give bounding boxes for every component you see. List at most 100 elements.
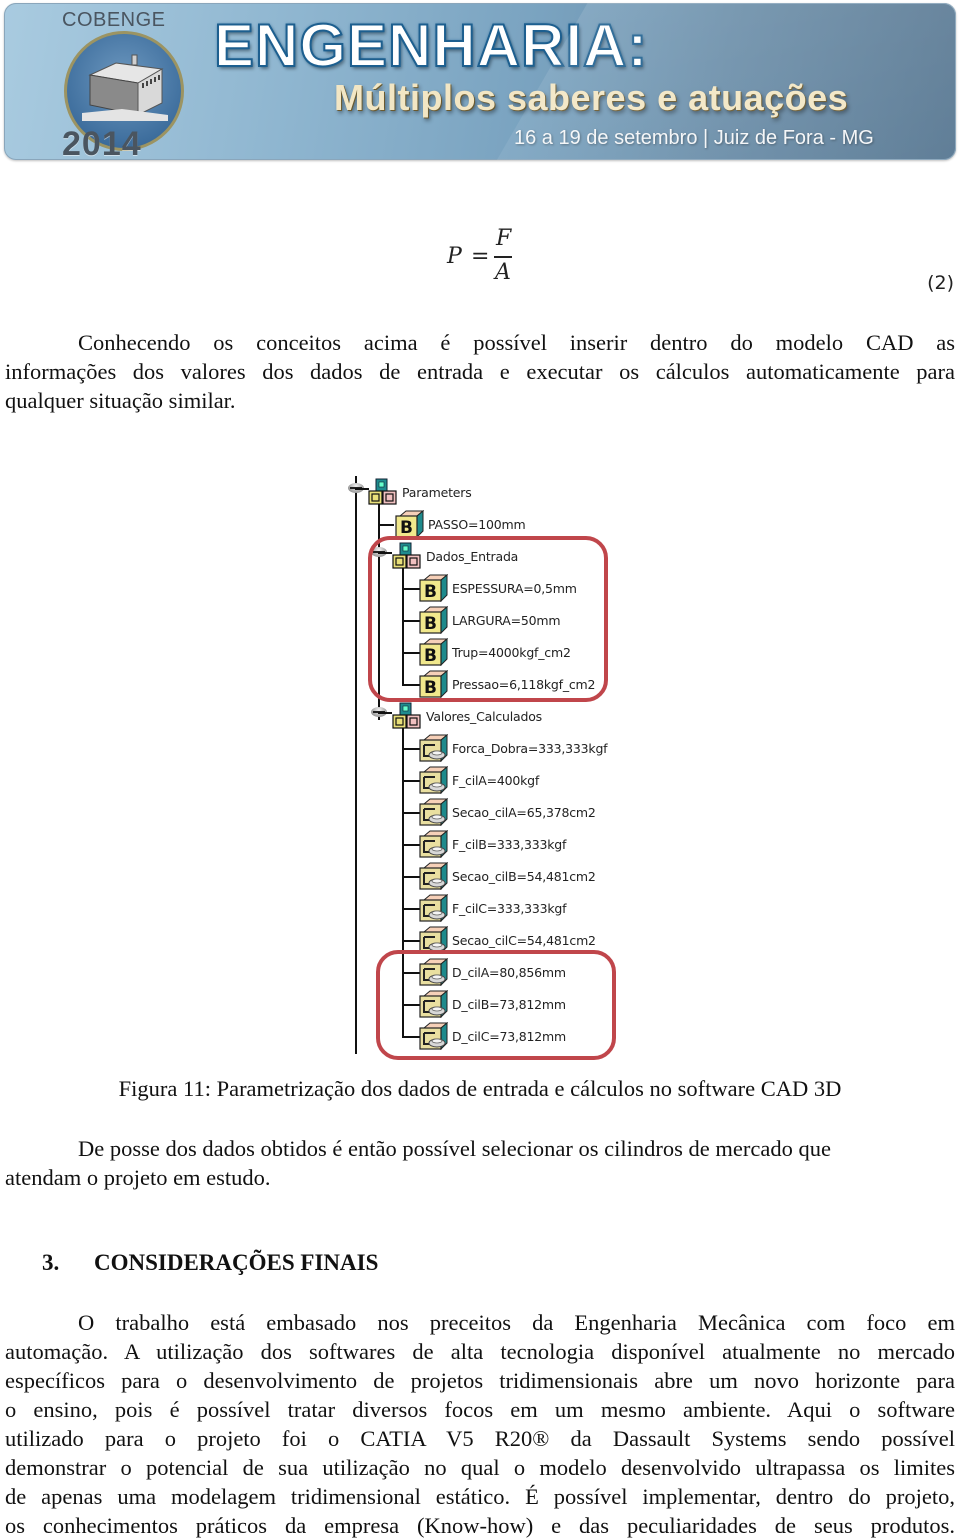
tree-node-label: Dados_Entrada [426,548,519,564]
paragraph-line: O trabalho está embasado nos preceitos d… [78,1310,955,1335]
boolean-parameter-icon: B [419,574,448,602]
tree-node-label: PASSO=100mm [428,516,526,532]
tree-branch-line [378,712,392,714]
tree-node-label: Secao_cilA=65,378cm2 [452,804,596,820]
paragraph-line: utilizado para o projeto foi o CATIA V5 … [5,1426,955,1451]
tree-vertical-line [355,476,357,1054]
tree-node-calculated-param[interactable]: F_cilA=400kgf [418,766,540,794]
tree-node-calculated-param[interactable]: Forca_Dobra=333,333kgf [418,734,608,762]
section-title: CONSIDERAÇÕES FINAIS [94,1250,379,1275]
formula-parameter-icon [419,734,448,762]
paragraph-line: específicos para o desenvolvimento de pr… [5,1368,955,1393]
paragraph-intro: Conhecendo os conceitos acima é possível… [5,328,955,415]
equation-pressure: P = F A [447,226,527,286]
formula-parameter-icon [419,894,448,922]
tree-node-label: LARGURA=50mm [452,612,561,628]
building-logo-icon [82,54,168,121]
tree-node-dados-entrada[interactable]: Dados_Entrada [392,542,519,569]
tree-node-passo[interactable]: B PASSO=100mm [394,510,526,538]
boolean-parameter-icon: B [419,638,448,666]
banner-org: COBENGE [62,9,166,31]
parameters-tree-figure: Parameters B PASSO=100mm Dados_Entrada B ESPE… [340,470,630,1070]
tree-node-input-param[interactable]: B ESPESSURA=0,5mm [418,574,577,602]
tree-node-calculated-param[interactable]: F_cilC=333,333kgf [418,894,567,922]
svg-text:B: B [424,582,437,602]
figure-caption: Figura 11: Parametrização dos dados de e… [118,1076,842,1101]
tree-branch-line [355,488,369,490]
formula-parameter-icon [419,862,448,890]
formula-parameter-icon [419,798,448,826]
equation-equals: = [471,244,490,269]
tree-node-input-param[interactable]: B Pressao=6,118kgf_cm2 [418,670,596,698]
tree-node-label: F_cilA=400kgf [452,772,540,788]
boolean-parameter-icon: B [395,510,424,538]
formula-parameter-icon [419,990,448,1018]
tree-node-label: D_cilA=80,856mm [452,964,566,980]
paragraph-line: demonstrar o potencial de sua utilização… [5,1455,955,1480]
tree-branch-line [378,552,392,554]
tree-node-label: Secao_cilB=54,481cm2 [452,868,596,884]
paragraph-line: os conhecimentos práticos da empresa (Kn… [5,1513,955,1538]
tree-node-calculated-param[interactable]: Secao_cilA=65,378cm2 [418,798,596,826]
paragraph-line: o ensino, pois é possível tratar diverso… [5,1397,955,1422]
tree-node-parameters[interactable]: Parameters [368,478,472,505]
formula-parameter-icon [419,958,448,986]
paragraph-line: Conhecendo os conceitos acima é possível… [78,330,955,355]
tree-node-label: D_cilC=73,812mm [452,1028,566,1044]
tree-node-calculated-param[interactable]: F_cilB=333,333kgf [418,830,567,858]
tree-vertical-line [402,566,404,684]
formula-parameter-icon [419,766,448,794]
tree-node-calculated-param[interactable]: Secao_cilC=54,481cm2 [418,926,596,954]
tree-node-label: Trup=4000kgf_cm2 [452,644,571,660]
section-number: 3. [42,1250,60,1275]
paragraph-line: informações dos valores dos dados de ent… [5,359,955,384]
tree-vertical-line [378,502,380,720]
tree-node-input-param[interactable]: B LARGURA=50mm [418,606,561,634]
banner-title: ENGENHARIA: [213,11,649,80]
banner-year: 2014 [62,125,142,160]
banner-subtitle: Múltiplos saberes e atuações [334,77,849,118]
equation-number: (2) [927,272,954,294]
svg-text:B: B [400,518,413,538]
tree-node-calculated-param[interactable]: D_cilA=80,856mm [418,958,566,986]
parameter-set-icon [392,542,421,569]
parameter-set-icon [368,478,397,505]
parameter-set-icon [392,702,421,729]
tree-node-label: Pressao=6,118kgf_cm2 [452,676,596,692]
tree-node-label: ESPESSURA=0,5mm [452,580,577,596]
tree-node-input-param[interactable]: B Trup=4000kgf_cm2 [418,638,571,666]
paragraph-line: de apenas uma modelagem tridimensional e… [5,1484,955,1509]
fraction-bar [494,256,512,258]
paragraph-line: qualquer situação similar. [5,388,236,413]
paragraph-conclusions: O trabalho está embasado nos preceitos d… [5,1308,955,1540]
tree-node-label: Parameters [402,484,472,500]
tree-node-label: F_cilC=333,333kgf [452,900,567,916]
equation-denominator: A [495,260,511,285]
boolean-parameter-icon: B [419,606,448,634]
tree-branch-line [378,524,394,526]
tree-node-valores-calculados[interactable]: Valores_Calculados [392,702,542,729]
paragraph-line: atendam o projeto em estudo. [5,1165,271,1190]
paragraph-line: De posse dos dados obtidos é então possí… [78,1136,831,1161]
tree-node-calculated-param[interactable]: Secao_cilB=54,481cm2 [418,862,596,890]
formula-parameter-icon [419,926,448,954]
banner-date-location: 16 a 19 de setembro | Juiz de Fora - MG [514,127,874,149]
paragraph-market-cylinders: De posse dos dados obtidos é então possí… [5,1134,955,1192]
equation-lhs: P [447,244,462,269]
tree-node-label: D_cilB=73,812mm [452,996,566,1012]
tree-node-label: Valores_Calculados [426,708,542,724]
tree-node-calculated-param[interactable]: D_cilB=73,812mm [418,990,566,1018]
svg-text:B: B [424,678,437,698]
tree-node-calculated-param[interactable]: D_cilC=73,812mm [418,1022,566,1050]
paragraph-line: automação. A utilização dos softwares de… [5,1339,955,1364]
tree-node-label: F_cilB=333,333kgf [452,836,567,852]
tree-node-label: Secao_cilC=54,481cm2 [452,932,596,948]
tree-vertical-line [402,726,404,1036]
tree-node-label: Forca_Dobra=333,333kgf [452,740,608,756]
conference-banner: COBENGE 2014 ENGENHARIA: Múltiplos saber… [4,3,956,160]
formula-parameter-icon [419,830,448,858]
svg-text:B: B [424,646,437,666]
boolean-parameter-icon: B [419,670,448,698]
section-heading: 3. CONSIDERAÇÕES FINAIS [42,1250,378,1276]
formula-parameter-icon [419,1022,448,1050]
